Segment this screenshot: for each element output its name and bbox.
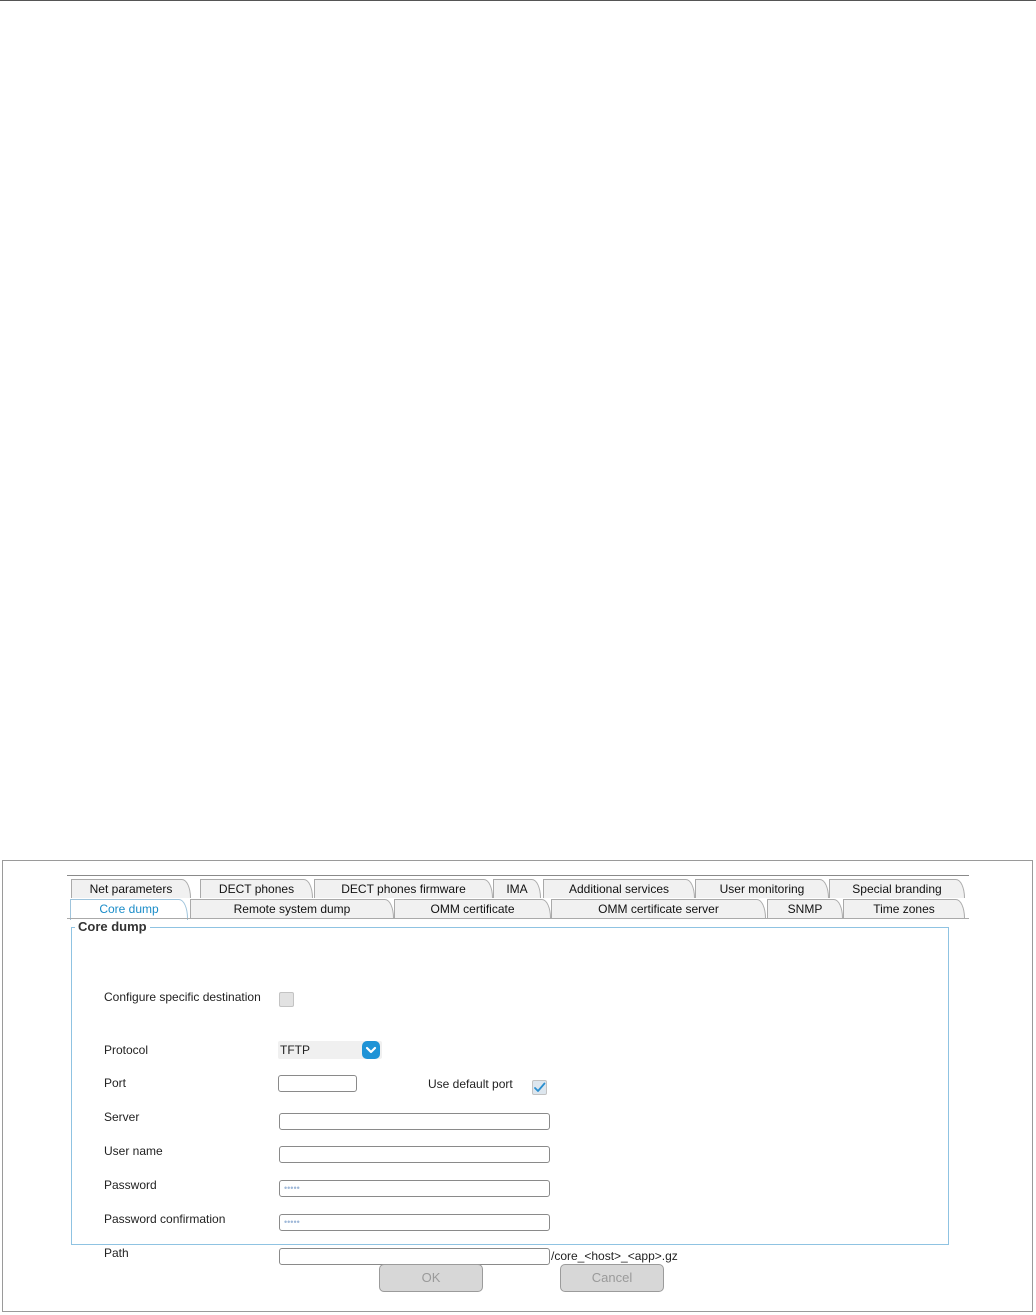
tab-time-zones[interactable]: Time zones [843, 899, 965, 918]
configure-destination-checkbox[interactable] [279, 992, 294, 1007]
tab-special-branding[interactable]: Special branding [829, 879, 965, 898]
path-input[interactable] [279, 1248, 550, 1265]
port-label: Port [104, 1076, 127, 1090]
ok-button[interactable]: OK [379, 1264, 483, 1292]
tab-net-parameters[interactable]: Net parameters [71, 879, 191, 898]
tab-core-dump[interactable]: Core dump [70, 899, 188, 920]
tab-strip-baseline [67, 918, 969, 919]
tab-user-monitoring[interactable]: User monitoring [695, 879, 829, 898]
use-default-port-label: Use default port [428, 1077, 513, 1091]
tab-additional-services[interactable]: Additional services [543, 879, 695, 898]
path-label: Path [104, 1246, 129, 1260]
tab-dect-phones-firmware[interactable]: DECT phones firmware [314, 879, 493, 898]
server-input[interactable] [279, 1113, 550, 1130]
user-name-label: User name [104, 1144, 163, 1158]
tab-omm-certificate-server[interactable]: OMM certificate server [551, 899, 766, 918]
protocol-selected-value: TFTP [280, 1043, 310, 1057]
top-divider [0, 0, 1036, 1]
panel-top-rule [67, 875, 969, 876]
user-name-input[interactable] [279, 1146, 550, 1163]
password-confirmation-input[interactable]: ••••• [279, 1214, 550, 1231]
password-confirmation-label: Password confirmation [104, 1212, 226, 1226]
tab-remote-system-dump[interactable]: Remote system dump [190, 899, 394, 918]
port-input[interactable] [278, 1075, 357, 1092]
tab-ima[interactable]: IMA [493, 879, 541, 898]
tab-omm-certificate[interactable]: OMM certificate [394, 899, 551, 918]
protocol-label: Protocol [104, 1043, 149, 1057]
use-default-port-checkbox[interactable] [532, 1080, 547, 1095]
tab-snmp[interactable]: SNMP [767, 899, 843, 918]
password-label: Password [104, 1178, 157, 1192]
settings-panel: Net parameters DECT phones DECT phones f… [2, 860, 1033, 1312]
configure-destination-label: Configure specific destination [104, 990, 261, 1004]
path-suffix: /core_<host>_<app>.gz [551, 1249, 678, 1263]
cancel-button[interactable]: Cancel [560, 1264, 664, 1292]
server-label: Server [104, 1110, 140, 1124]
tab-dect-phones[interactable]: DECT phones [200, 879, 313, 898]
checkmark-icon [534, 1082, 546, 1092]
password-input[interactable]: ••••• [279, 1180, 550, 1197]
chevron-down-icon[interactable] [362, 1041, 380, 1059]
protocol-select[interactable]: TFTP [278, 1041, 382, 1059]
group-title: Core dump [75, 919, 150, 934]
